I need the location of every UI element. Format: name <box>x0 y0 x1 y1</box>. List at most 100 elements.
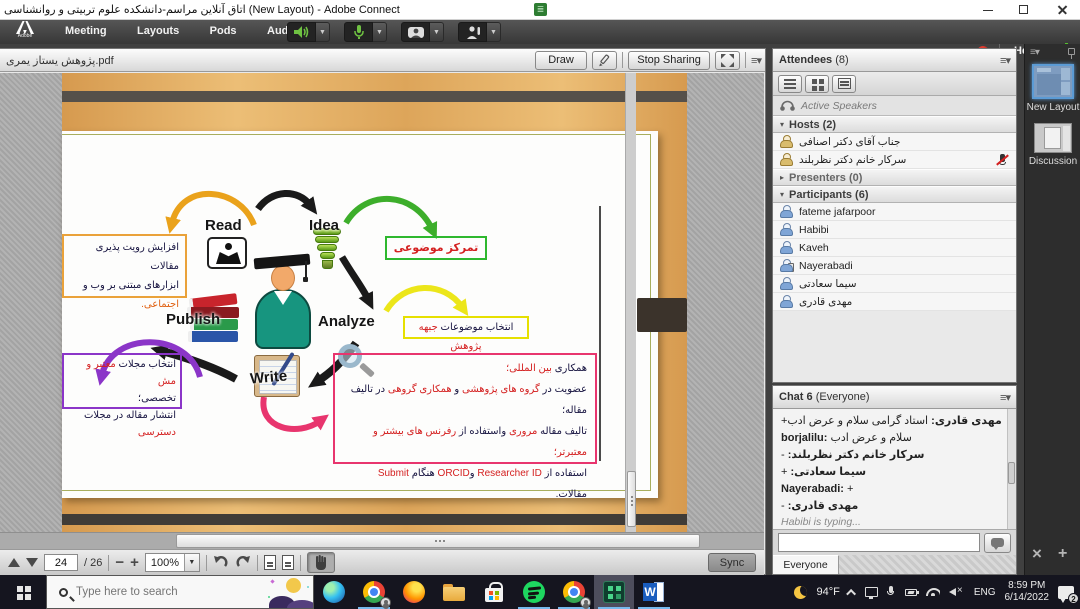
journal-selection-box: انتخاب مجلات معتبر و مش تخصصی؛ انتشار مق… <box>62 353 182 409</box>
vertical-scrollbar[interactable] <box>625 73 636 532</box>
close-layout-icon[interactable]: × <box>1032 544 1042 564</box>
hidden-icons-chevron[interactable] <box>846 588 856 598</box>
system-tray: 94°F × ENG 8:59 PM 6/14/2022 2 <box>794 580 1080 604</box>
menu-meeting[interactable]: Meeting <box>52 20 120 42</box>
vertical-scrollbar-thumb[interactable] <box>627 471 636 527</box>
zoom-dropdown-icon[interactable]: ▼ <box>184 554 199 571</box>
pencil-tool-button[interactable] <box>592 51 617 70</box>
layout-label-discussion[interactable]: Discussion <box>1025 156 1080 167</box>
speaker-button-group: ▼ <box>287 22 330 42</box>
volume-muted-icon[interactable]: × <box>949 586 965 598</box>
card-view-button[interactable] <box>832 75 856 93</box>
zoom-level-select[interactable]: 100% ▼ <box>145 553 200 572</box>
weather-temperature[interactable]: 94°F <box>816 586 839 598</box>
wifi-tray-icon[interactable] <box>926 588 940 596</box>
menu-layouts[interactable]: Layouts <box>124 20 192 42</box>
microphone-button[interactable] <box>344 22 373 42</box>
attendees-pod-menu-icon[interactable]: ≡▾ <box>1000 54 1010 67</box>
attendee-row-participant[interactable]: Nayerabadi <box>773 257 1016 275</box>
add-layout-icon[interactable]: + <box>1058 545 1067 563</box>
grid-view-button[interactable] <box>805 75 829 93</box>
search-decoration-image <box>267 576 313 608</box>
speaker-dropdown[interactable]: ▼ <box>316 22 330 42</box>
start-button[interactable] <box>0 575 46 609</box>
attendee-row-participant[interactable]: سیما سعادتی <box>773 275 1016 293</box>
previous-page-button[interactable] <box>8 558 20 567</box>
horizontal-scrollbar[interactable] <box>0 532 764 549</box>
hosts-section-header[interactable]: ▾ Hosts (2) <box>773 116 1016 133</box>
attendee-row-participant[interactable]: fateme jafarpoor <box>773 203 1016 221</box>
taskbar-adobe-connect[interactable] <box>594 575 634 609</box>
raise-hand-button-group: ▼ <box>458 22 501 42</box>
fullscreen-button[interactable] <box>715 51 740 70</box>
chat-pod: Chat 6 (Everyone) ≡▾ مهدی قادری: استاد گ… <box>772 385 1017 575</box>
participants-section-header[interactable]: ▾ Participants (6) <box>773 186 1016 203</box>
send-message-button[interactable] <box>984 533 1011 553</box>
tab-everyone[interactable]: Everyone <box>773 555 839 574</box>
minimize-button[interactable] <box>972 0 1004 20</box>
microphone-dropdown[interactable]: ▼ <box>373 22 387 42</box>
active-speakers-row: Active Speakers <box>773 96 1016 116</box>
zoom-out-button[interactable]: − <box>115 555 124 570</box>
taskbar-clock[interactable]: 8:59 PM 6/14/2022 <box>1005 580 1050 604</box>
chat-message-list[interactable]: مهدی قادری: استاد گرامی سلام و عرض ادب+ … <box>773 409 1016 529</box>
fit-width-button[interactable] <box>282 555 294 570</box>
attendee-row-participant[interactable]: Kaveh <box>773 239 1016 257</box>
pin-icon[interactable] <box>1068 48 1075 55</box>
raise-hand-button[interactable] <box>458 22 487 42</box>
list-view-button[interactable] <box>778 75 802 93</box>
taskbar-microsoft-store[interactable] <box>474 575 514 609</box>
layout-thumbnail-new-layout[interactable] <box>1032 64 1074 99</box>
attendee-row-host[interactable]: جناب آقای دکتر اصنافی <box>773 133 1016 151</box>
attendee-row-host[interactable]: سرکار خانم دکتر نظربلند <box>773 151 1016 169</box>
presenters-section-header[interactable]: ▸ Presenters (0) <box>773 169 1016 186</box>
draw-button[interactable]: Draw <box>535 51 587 70</box>
fit-page-button[interactable] <box>264 555 276 570</box>
layout-label-new-layout[interactable]: New Layout <box>1025 102 1080 113</box>
horizontal-scrollbar-thumb[interactable] <box>176 534 700 548</box>
maximize-button[interactable] <box>1008 0 1040 20</box>
taskbar-search[interactable] <box>46 575 314 609</box>
pan-tool-button[interactable] <box>307 552 335 573</box>
battery-tray-icon[interactable] <box>905 589 917 596</box>
taskbar-spotify[interactable] <box>514 575 554 609</box>
taskbar-file-explorer[interactable] <box>434 575 474 609</box>
raise-hand-dropdown[interactable]: ▼ <box>487 22 501 42</box>
language-indicator[interactable]: ENG <box>974 587 996 598</box>
attendee-row-participant[interactable]: مهدی قادری <box>773 293 1016 311</box>
chat-scrollbar-thumb[interactable] <box>1008 462 1015 484</box>
notification-center-icon[interactable]: 2 <box>1058 586 1074 599</box>
phone-badge-icon <box>788 263 794 272</box>
layout-thumbnail-discussion[interactable] <box>1034 123 1072 153</box>
layouts-menu-icon[interactable]: ≡▾ <box>1030 47 1039 58</box>
search-input[interactable] <box>76 586 267 598</box>
rotate-left-icon[interactable] <box>213 555 229 570</box>
menu-pods[interactable]: Pods <box>197 20 250 42</box>
weather-moon-icon[interactable] <box>794 586 807 599</box>
sync-button[interactable]: Sync <box>708 553 756 572</box>
share-pod-menu-icon[interactable]: ≡▾ <box>751 54 761 67</box>
webcam-dropdown[interactable]: ▼ <box>430 22 444 42</box>
attendee-row-participant[interactable]: Habibi <box>773 221 1016 239</box>
page-total-label: / 26 <box>84 557 102 569</box>
taskbar-edge[interactable] <box>314 575 354 609</box>
next-page-button[interactable] <box>26 558 38 567</box>
chat-pod-menu-icon[interactable]: ≡▾ <box>1000 391 1010 404</box>
stop-sharing-button[interactable]: Stop Sharing <box>628 51 710 70</box>
display-tray-icon[interactable] <box>865 587 878 597</box>
rotate-right-icon[interactable] <box>235 555 251 570</box>
chat-input[interactable] <box>778 533 980 552</box>
taskbar-chrome[interactable] <box>354 575 394 609</box>
zoom-in-button[interactable]: + <box>130 555 139 570</box>
maximize-icon <box>1019 5 1028 14</box>
speaker-button[interactable] <box>287 22 316 42</box>
chat-scrollbar[interactable] <box>1007 409 1016 529</box>
webcam-button[interactable] <box>401 22 430 42</box>
attendees-view-toolbar <box>773 72 1016 96</box>
taskbar-firefox[interactable] <box>394 575 434 609</box>
taskbar-chrome-2[interactable] <box>554 575 594 609</box>
taskbar-word[interactable]: W <box>634 575 674 609</box>
close-button[interactable] <box>1046 0 1078 20</box>
page-number-input[interactable] <box>44 554 78 571</box>
microphone-tray-icon[interactable] <box>887 586 896 599</box>
